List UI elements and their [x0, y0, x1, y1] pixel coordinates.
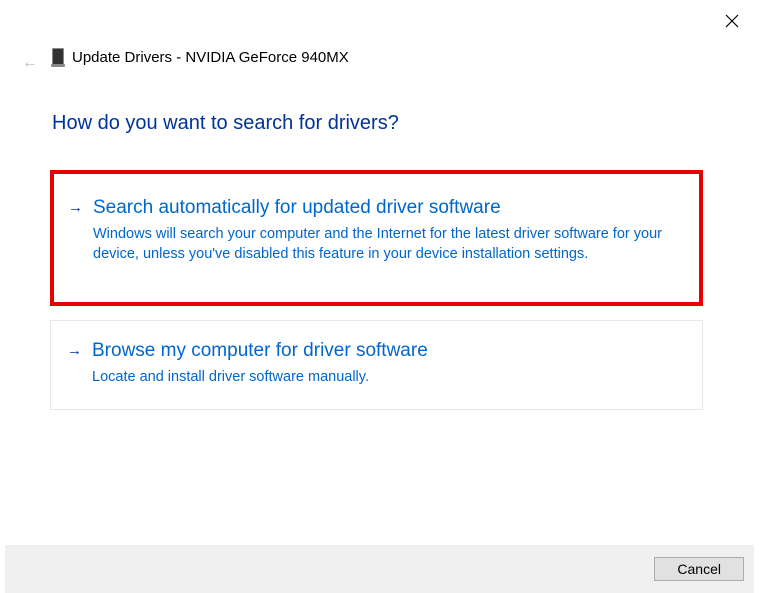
title-bar: Update Drivers - NVIDIA GeForce 940MX [52, 48, 349, 66]
device-icon [52, 48, 64, 66]
close-button[interactable] [725, 14, 741, 30]
option-title: Search automatically for updated driver … [93, 196, 677, 220]
arrow-right-icon: → [67, 339, 82, 363]
option-browse-computer[interactable]: → Browse my computer for driver software… [50, 320, 703, 410]
option-title: Browse my computer for driver software [92, 339, 680, 363]
arrow-right-icon: → [68, 196, 83, 220]
cancel-button[interactable]: Cancel [654, 557, 744, 581]
back-arrow-icon: ← [22, 54, 38, 72]
button-bar: Cancel [5, 545, 754, 593]
page-heading: How do you want to search for drivers? [52, 112, 399, 135]
window-title: Update Drivers - NVIDIA GeForce 940MX [72, 49, 349, 66]
option-description: Windows will search your computer and th… [93, 224, 677, 264]
option-search-automatically[interactable]: → Search automatically for updated drive… [50, 170, 703, 306]
option-description: Locate and install driver software manua… [92, 367, 680, 387]
close-icon [725, 15, 739, 32]
options-container: → Search automatically for updated drive… [50, 170, 703, 424]
